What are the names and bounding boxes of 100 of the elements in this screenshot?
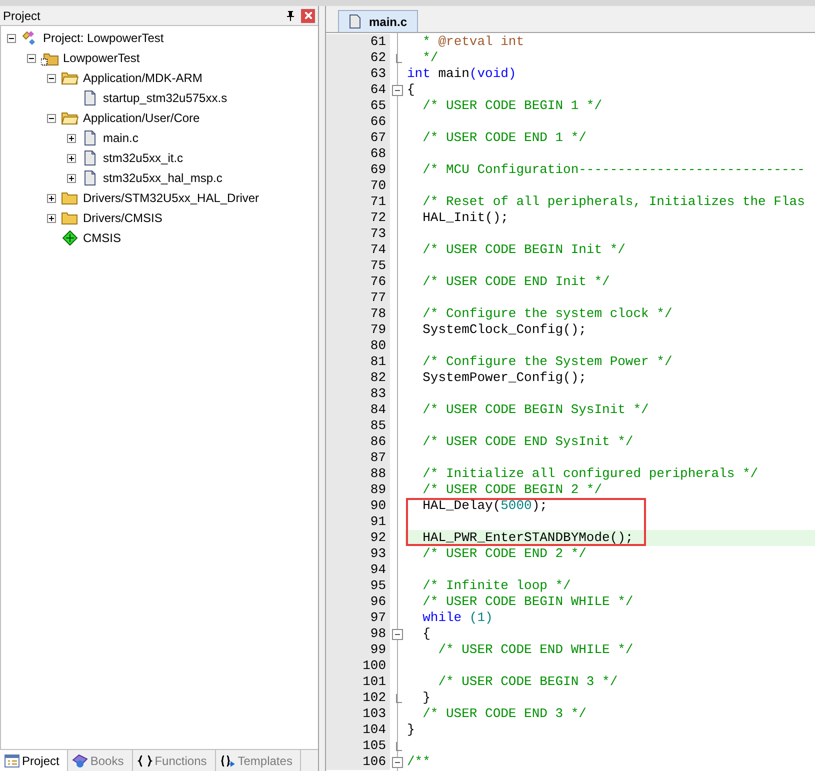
folder-icon [61,70,79,86]
tree-item[interactable]: stm32u5xx_it.c [103,151,184,165]
expand-button[interactable] [67,154,76,162]
line-number: 77 [326,290,390,306]
line-number: 72 [326,210,390,226]
book-icon [72,754,88,768]
code-line: { [407,82,415,97]
code-line: HAL_Init(); [422,210,508,225]
expand-button[interactable] [67,134,76,142]
code-line: /* Configure the System Power */ [422,354,672,369]
close-button[interactable] [301,8,315,22]
code-line: /* Initialize all configured peripherals */ [422,466,758,481]
pin-icon[interactable] [286,10,295,20]
line-number: 66 [326,114,390,130]
line-number: 78 [326,306,390,322]
component-icon [61,230,79,246]
line-number: 100 [326,658,390,674]
line-number: 67 [326,130,390,146]
list-icon [4,754,20,768]
folder-icon [61,210,79,226]
tree-item[interactable]: Application/User/Core [83,111,200,125]
line-number: 75 [326,258,390,274]
line-number: 62 [326,50,390,66]
line-number: 79 [326,322,390,338]
template-icon [220,754,236,768]
code-line: /* USER CODE END SysInit */ [422,434,634,449]
line-number: 95 [326,578,390,594]
line-number: 102 [326,690,390,706]
line-number: 73 [326,226,390,242]
braces-icon [136,754,153,768]
code-line: /* USER CODE END 3 */ [422,706,586,721]
code-line: /* MCU Configuration----------------------------- [422,162,805,177]
line-number: 83 [326,386,390,402]
line-number: 99 [326,642,390,658]
code-line: */ [422,50,438,65]
fold-button[interactable] [392,84,403,96]
expand-button[interactable] [47,214,56,222]
code-line: /* USER CODE END Init */ [422,274,610,289]
collapse-button[interactable] [47,114,56,122]
file-icon [349,14,361,29]
code-line: int main(void) [407,66,516,81]
line-number: 80 [326,338,390,354]
line-number: 70 [326,178,390,194]
panel-title: Project [3,8,42,22]
line-number: 86 [326,434,390,450]
line-number: 74 [326,242,390,258]
code-line: HAL_Delay(5000); [422,498,548,513]
folder-icon [61,190,79,206]
code-line: { [422,626,430,641]
expand-button[interactable] [47,194,56,202]
line-number: 84 [326,402,390,418]
file-tab[interactable]: main.c [338,10,418,32]
line-number: 82 [326,370,390,386]
code-line: /* USER CODE END 1 */ [422,130,586,145]
code-line: /* USER CODE BEGIN SysInit */ [422,402,649,417]
line-number: 61 [326,34,390,50]
code-line: /* USER CODE END WHILE */ [437,642,634,657]
code-line: /* Infinite loop */ [422,578,571,593]
fold-button[interactable] [392,756,403,768]
tree-item[interactable]: CMSIS [83,231,122,245]
line-number: 103 [326,706,390,722]
tree-item[interactable]: main.c [103,131,138,145]
tree-item[interactable]: Project: LowpowerTest [43,31,164,45]
code-line: /* USER CODE BEGIN Init */ [422,242,626,257]
line-number: 65 [326,98,390,114]
line-number: 69 [326,162,390,178]
tree-item[interactable]: startup_stm32u575xx.s [103,91,228,105]
line-number: 92 [326,530,390,546]
line-number: 88 [326,466,390,482]
line-number: 64 [326,82,390,98]
line-number: 97 [326,610,390,626]
code-line: /* USER CODE BEGIN 3 */ [437,674,618,689]
line-number: 68 [326,146,390,162]
collapse-button[interactable] [7,34,16,42]
code-editor[interactable] [326,33,815,771]
code-line: while (1) [422,610,493,625]
tree-item[interactable]: stm32u5xx_hal_msp.c [103,171,222,185]
code-line: * @retval int [422,34,524,49]
line-number: 96 [326,594,390,610]
tree-item[interactable]: Application/MDK-ARM [83,71,202,85]
tree-item[interactable]: LowpowerTest [63,51,140,65]
close-icon [304,12,312,19]
line-number: 94 [326,562,390,578]
collapse-button[interactable] [47,74,56,82]
line-number: 93 [326,546,390,562]
fold-button[interactable] [392,628,403,640]
code-line: /* USER CODE END 2 */ [422,546,586,561]
code-line: SystemPower_Config(); [422,370,586,385]
code-line: /* Reset of all peripherals, Initializes the Flas [422,194,805,209]
panel-tab[interactable]: Project [0,750,68,771]
code-line: /* USER CODE BEGIN 2 */ [422,482,602,497]
line-number: 85 [326,418,390,434]
tree-item[interactable]: Drivers/STM32U5xx_HAL_Driver [83,191,260,205]
line-number: 89 [326,482,390,498]
code-line: } [422,690,430,705]
line-number: 81 [326,354,390,370]
code-line: /** [407,754,430,769]
collapse-button[interactable] [27,54,36,62]
tree-item[interactable]: Drivers/CMSIS [83,211,162,225]
expand-button[interactable] [67,174,76,182]
